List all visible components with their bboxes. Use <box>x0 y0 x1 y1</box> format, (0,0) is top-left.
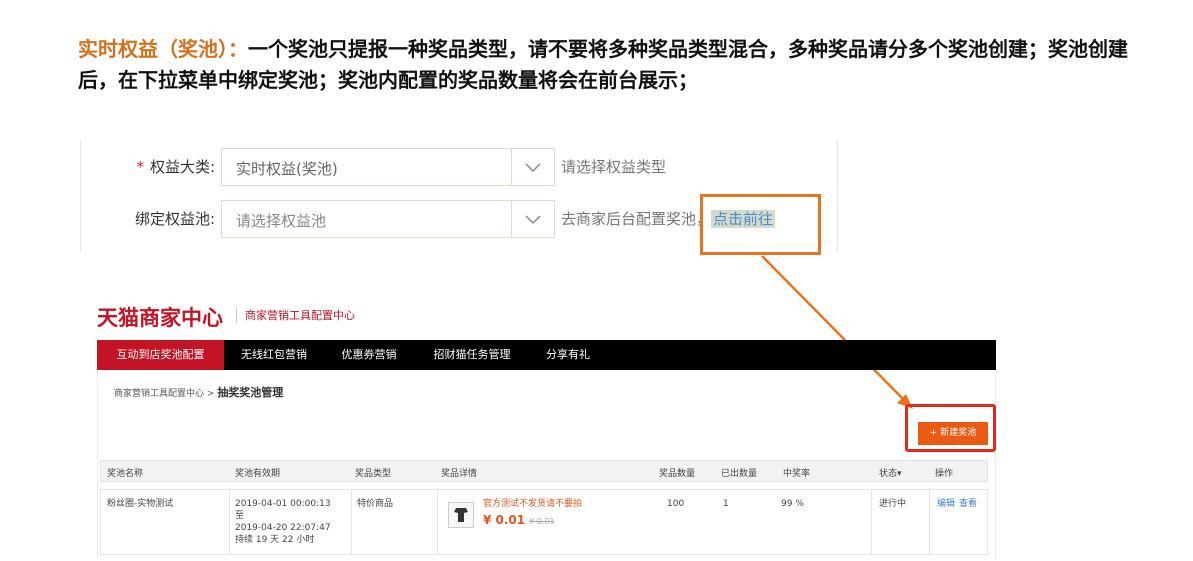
prize-price: ¥ 0.01 ¥ 0.01 <box>483 513 555 527</box>
view-link[interactable]: 查看 <box>959 498 977 510</box>
col-header: 奖池名称 <box>107 469 144 479</box>
chevron-down-icon[interactable] <box>511 149 554 185</box>
new-pool-button[interactable]: + 新建奖池 <box>918 422 988 445</box>
edit-link[interactable]: 编辑 <box>937 498 955 510</box>
pool-name: 粉丝圈-实物测试 <box>107 499 174 509</box>
pool-select-placeholder: 请选择权益池 <box>236 212 327 230</box>
prize-type: 特价商品 <box>357 499 394 509</box>
breadcrumb-sep: > <box>206 389 215 399</box>
breadcrumb: 商家营销工具配置中心 > 抽奖奖池管理 <box>114 384 283 400</box>
status-text: 进行中 <box>879 499 907 509</box>
validity-to: 至 <box>235 511 245 521</box>
breadcrumb-parent[interactable]: 商家营销工具配置中心 <box>114 389 204 399</box>
prize-thumbnail <box>448 502 474 528</box>
required-mark: * <box>136 158 144 176</box>
tab-share-gift[interactable]: 分享有礼 <box>533 340 603 370</box>
col-header: 奖品数量 <box>659 469 696 479</box>
category-label: * 权益大类: <box>136 158 215 176</box>
prize-quantity: 100 <box>667 499 685 509</box>
tab-wireless-redpacket[interactable]: 无线红包营销 <box>227 340 321 370</box>
form-row-category: * 权益大类: 实时权益(奖池) 请选择权益类型 <box>81 148 837 186</box>
pool-select[interactable]: 请选择权益池 <box>221 200 555 238</box>
tmall-nav-bar: 互动到店奖池配置 无线红包营销 优惠券营销 招财猫任务管理 分享有礼 <box>97 340 996 370</box>
table-header: 奖池名称 奖池有效期 奖品类型 奖品详情 奖品数量 已出数量 中奖率 状态▾ 操… <box>100 460 988 482</box>
table-row: 粉丝圈-实物测试 2019-04-01 00:00:13 至 2019-04-2… <box>100 489 988 555</box>
issued-quantity: 1 <box>723 499 729 509</box>
win-rate: 99 % <box>781 499 804 509</box>
category-hint: 请选择权益类型 <box>561 158 667 176</box>
validity-start: 2019-04-01 00:00:13 <box>235 499 331 509</box>
tab-pool-config[interactable]: 互动到店奖池配置 <box>97 340 224 370</box>
tmall-subtitle: 商家营销工具配置中心 <box>236 307 355 323</box>
col-header: 奖品类型 <box>355 469 392 479</box>
old-price: ¥ 0.01 <box>529 517 555 526</box>
tab-coupon[interactable]: 优惠券营销 <box>327 340 411 370</box>
col-header: 已出数量 <box>721 469 758 479</box>
validity-duration: 持续 19 天 22 小时 <box>235 535 315 545</box>
tmall-brand: 天猫商家中心 <box>97 306 223 330</box>
category-select-value: 实时权益(奖池) <box>236 160 338 178</box>
breadcrumb-current: 抽奖奖池管理 <box>217 386 284 399</box>
tab-lucky-cat[interactable]: 招财猫任务管理 <box>422 340 522 370</box>
validity-end: 2019-04-20 22:07:47 <box>235 523 331 533</box>
status-filter[interactable]: 状态▾ <box>879 466 902 479</box>
instruction-heading: 实时权益（奖池）：一个奖池只提报一种奖品类型，请不要将多种奖品类型混合，多种奖品… <box>78 34 1158 96</box>
col-header: 中奖率 <box>783 469 811 479</box>
col-header: 奖品详情 <box>441 469 478 479</box>
col-header: 操作 <box>935 469 954 479</box>
category-select[interactable]: 实时权益(奖池) <box>221 148 555 186</box>
prize-name[interactable]: 官方测试不发货请不要拍 <box>483 498 582 510</box>
heading-highlight: 实时权益（奖池）： <box>78 37 248 61</box>
col-header: 奖池有效期 <box>235 469 281 479</box>
chevron-down-icon[interactable] <box>511 201 554 237</box>
callout-highlight-box <box>700 194 821 255</box>
pool-label: 绑定权益池: <box>134 210 215 228</box>
